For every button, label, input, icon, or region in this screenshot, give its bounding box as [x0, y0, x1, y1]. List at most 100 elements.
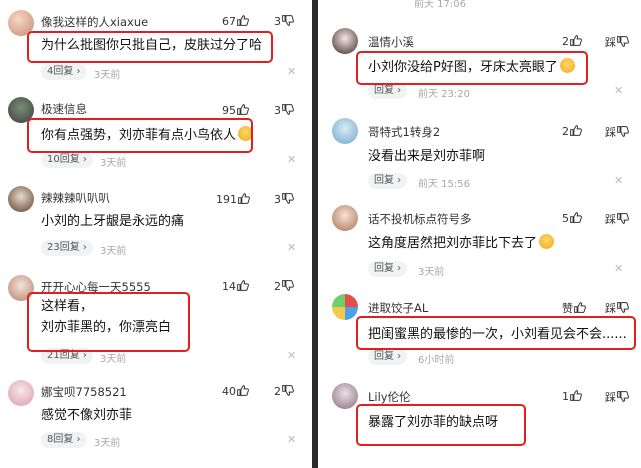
like-count: 191 [216, 193, 237, 206]
close-icon[interactable]: ✕ [287, 433, 296, 446]
like-button[interactable]: 1 [562, 389, 582, 403]
comment-username[interactable]: 哥特式1转身2 [368, 124, 440, 140]
thumb-up-icon [570, 35, 582, 46]
close-icon[interactable]: ✕ [614, 84, 623, 97]
like-count: 14 [222, 280, 236, 293]
comment-username[interactable]: 娜宝呗7758521 [41, 384, 127, 400]
comment-username[interactable]: 辣辣辣叭叭叭 [41, 190, 110, 206]
comment-time: 3天前 [94, 438, 121, 449]
thumb-up-icon [238, 193, 250, 204]
dislike-count: 2 [274, 385, 281, 398]
reply-label: 回复 [374, 263, 394, 274]
close-icon[interactable]: ✕ [287, 241, 296, 254]
comment-text: 这角度居然把刘亦菲比下去了 [368, 234, 555, 253]
avatar[interactable] [8, 380, 34, 406]
like-button[interactable]: 191 [216, 192, 250, 206]
dislike-button[interactable]: 2 [274, 279, 294, 293]
comment-text: 没看出来是刘亦菲啊 [368, 149, 486, 164]
dislike-button[interactable]: 3 [274, 192, 294, 206]
dislike-label: 踩 [605, 391, 616, 404]
like-button[interactable]: 67 [222, 14, 249, 28]
thumb-up-icon [237, 15, 249, 26]
thumb-down-icon [282, 385, 294, 396]
close-icon[interactable]: ✕ [287, 349, 296, 362]
like-button[interactable]: 40 [222, 384, 249, 398]
like-label: 赞 [562, 302, 573, 315]
comment-item: 哥特式1转身2 2 踩 没看出来是刘亦菲啊 回复 › 前天 15:56 ✕ [318, 118, 641, 193]
highlight-box [27, 292, 190, 352]
like-count: 67 [222, 15, 236, 28]
like-button[interactable]: 赞 [562, 300, 586, 316]
reply-label: 回复 [374, 175, 394, 186]
comment-text-body: 这角度居然把刘亦菲比下去了 [368, 236, 538, 251]
comment-username[interactable]: Lily伦伦 [368, 389, 411, 405]
thumb-up-icon [237, 280, 249, 291]
comment-username[interactable]: 极速信息 [41, 101, 87, 117]
like-count: 5 [562, 212, 569, 225]
dislike-count: 3 [274, 104, 281, 117]
comment-username[interactable]: 进取饺子AL [368, 300, 428, 316]
reply-button[interactable]: 回复 › [368, 83, 408, 99]
dislike-button[interactable]: 踩 [605, 389, 629, 405]
comment-time: 6小时前 [418, 355, 455, 366]
dislike-button[interactable]: 踩 [605, 124, 629, 140]
dislike-button[interactable]: 踩 [605, 34, 629, 50]
dislike-button[interactable]: 2 [274, 384, 294, 398]
reply-button[interactable]: 回复 › [368, 349, 408, 365]
smirk-emoji-icon [539, 234, 555, 249]
avatar[interactable] [332, 294, 358, 320]
thumb-down-icon [282, 280, 294, 291]
right-comment-panel: 前天 17:06 温情小溪 2 踩 小刘你没给P好图，牙床太亮眼了 回复 › 前… [318, 0, 641, 468]
like-button[interactable]: 14 [222, 279, 249, 293]
thumb-up-icon [574, 302, 586, 313]
reply-count-label: 10回复 [47, 154, 80, 165]
dislike-count: 2 [274, 280, 281, 293]
dislike-label: 踩 [605, 302, 616, 315]
comment-time: 3天前 [100, 246, 127, 257]
like-button[interactable]: 95 [222, 103, 249, 117]
reply-count-label: 4回复 [47, 66, 74, 77]
dislike-button[interactable]: 踩 [605, 300, 629, 316]
comment-time: 前天 17:06 [414, 0, 466, 10]
reply-count-button[interactable]: 4回复 › [41, 64, 87, 80]
avatar[interactable] [332, 28, 358, 54]
like-count: 1 [562, 390, 569, 403]
comment-username[interactable]: 话不投机标点符号多 [368, 211, 472, 227]
reply-button[interactable]: 回复 › [368, 173, 408, 189]
reply-button[interactable]: 回复 › [368, 261, 408, 277]
avatar[interactable] [332, 118, 358, 144]
close-icon[interactable]: ✕ [287, 153, 296, 166]
comment-username[interactable]: 像我这样的人xiaxue [41, 14, 148, 30]
thumb-down-icon [617, 36, 629, 47]
reply-count-button[interactable]: 23回复 › [41, 240, 93, 256]
comment-text: 小刘的上牙龈是永远的痛 [41, 214, 185, 229]
comment-text: 感觉不像刘亦菲 [41, 408, 133, 423]
dislike-button[interactable]: 3 [274, 14, 294, 28]
comment-username[interactable]: 温情小溪 [368, 34, 414, 50]
dislike-label: 踩 [605, 126, 616, 139]
highlight-box [27, 118, 253, 153]
thumb-down-icon [617, 126, 629, 137]
like-button[interactable]: 2 [562, 34, 582, 48]
dislike-button[interactable]: 踩 [605, 211, 629, 227]
highlight-box [27, 31, 273, 63]
avatar[interactable] [332, 383, 358, 409]
reply-count-button[interactable]: 8回复 › [41, 432, 87, 448]
thumb-down-icon [282, 104, 294, 115]
dislike-count: 3 [274, 193, 281, 206]
reply-label: 回复 [374, 351, 394, 362]
reply-count-label: 8回复 [47, 434, 74, 445]
like-button[interactable]: 5 [562, 211, 582, 225]
close-icon[interactable]: ✕ [614, 262, 623, 275]
dislike-button[interactable]: 3 [274, 103, 294, 117]
avatar[interactable] [8, 186, 34, 212]
comment-item: 娜宝呗7758521 40 2 感觉不像刘亦菲 8回复 › 3天前 ✕ [0, 380, 312, 460]
like-button[interactable]: 2 [562, 124, 582, 138]
reply-count-button[interactable]: 10回复 › [41, 152, 93, 168]
close-icon[interactable]: ✕ [287, 65, 296, 78]
dislike-label: 踩 [605, 36, 616, 49]
thumb-up-icon [570, 125, 582, 136]
close-icon[interactable]: ✕ [614, 174, 623, 187]
avatar[interactable] [332, 205, 358, 231]
thumb-down-icon [282, 15, 294, 26]
